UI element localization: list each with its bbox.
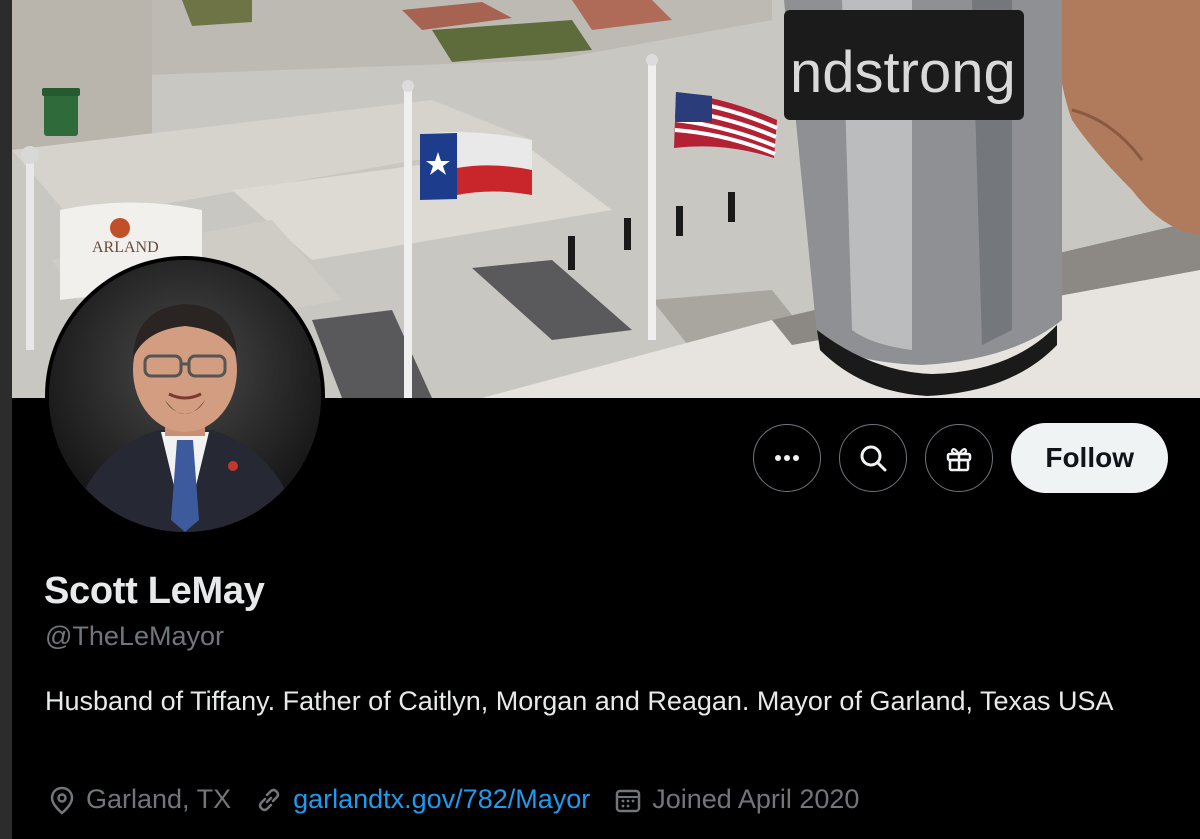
location-text: Garland, TX (86, 784, 232, 814)
window-edge (0, 0, 12, 839)
website-item: garlandtx.gov/782/Mayor (255, 784, 590, 815)
gift-icon (947, 448, 972, 472)
website-link[interactable]: garlandtx.gov/782/Mayor (293, 784, 590, 815)
calendar-icon (616, 789, 641, 812)
subscribe-button[interactable] (925, 424, 994, 492)
link-icon (258, 788, 280, 811)
location-pin-icon (50, 786, 74, 815)
location-item: Garland, TX (48, 784, 231, 815)
profile-meta: Garland, TX garlandtx.gov/782/Mayor Join… (48, 784, 883, 815)
avatar[interactable] (45, 256, 325, 536)
search-button[interactable] (839, 424, 908, 492)
joined-item: Joined April 2020 (614, 784, 859, 815)
profile-actions: Follow (753, 423, 1168, 493)
search-icon (860, 445, 887, 472)
profile-name: Scott LeMay (44, 570, 265, 612)
mug-text: ndstrong (790, 40, 1016, 105)
follow-button[interactable]: Follow (1011, 423, 1168, 493)
banner-sign-text: ARLAND (92, 239, 159, 256)
more-horizontal-icon (775, 455, 800, 461)
more-button[interactable] (753, 424, 822, 492)
profile-handle: @TheLeMayor (45, 621, 224, 651)
profile-bio: Husband of Tiffany. Father of Caitlyn, M… (45, 686, 1114, 716)
joined-text: Joined April 2020 (652, 784, 860, 814)
